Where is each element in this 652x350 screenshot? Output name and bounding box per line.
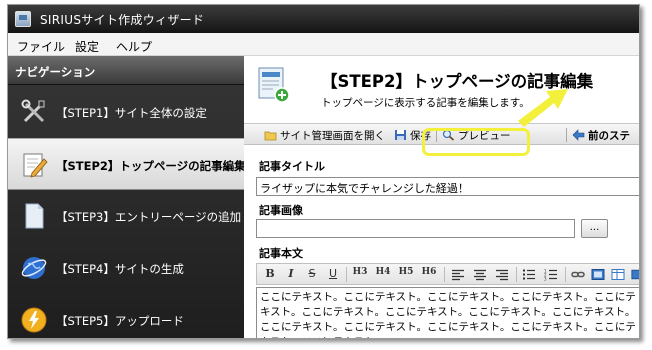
lightning-icon: [21, 307, 47, 333]
article-image-label: 記事画像: [259, 204, 303, 217]
prev-step-button[interactable]: 前のステ: [572, 127, 630, 143]
tools-icon: [21, 99, 45, 123]
article-body-label: 記事本文: [259, 247, 303, 260]
app-window: SIRIUSサイト作成ウィザード ファイル 設定 ヘルプ ナビゲーション 【ST…: [7, 4, 640, 339]
edit-page-icon: [23, 153, 48, 178]
h4-button[interactable]: H4: [374, 267, 392, 282]
open-admin-button[interactable]: サイト管理画面を開く: [264, 127, 385, 143]
menu-bar: ファイル 設定 ヘルプ: [8, 33, 639, 56]
align-center-icon[interactable]: [473, 267, 487, 282]
sidebar-item-label: 【STEP3】エントリーページの追加: [56, 210, 242, 224]
article-title-label: 記事タイトル: [259, 160, 325, 173]
editor-divider: [516, 267, 517, 282]
sidebar-item-label: 【STEP2】トップページの記事編集: [56, 159, 246, 173]
editor-divider: [346, 267, 347, 282]
window-title: SIRIUSサイト作成ウィザード: [40, 13, 205, 27]
image-icon[interactable]: [591, 267, 605, 282]
sidebar-item-step3[interactable]: 【STEP3】エントリーページの追加: [8, 190, 244, 242]
globe-icon: [21, 257, 47, 279]
italic-button[interactable]: I: [284, 267, 298, 282]
h3-button[interactable]: H3: [351, 267, 369, 282]
browse-button[interactable]: ...: [581, 219, 608, 238]
blank-page-icon: [25, 203, 44, 229]
strikethrough-button[interactable]: S: [305, 267, 319, 282]
table-icon[interactable]: [611, 267, 625, 282]
step-header: 【STEP2】トップページの記事編集 トップページに表示する記事を編集します。: [244, 56, 639, 118]
bold-button[interactable]: B: [263, 267, 277, 282]
main-panel: 【STEP2】トップページの記事編集 トップページに表示する記事を編集します。 …: [244, 56, 640, 338]
article-title-input[interactable]: ライザップに本気でチャレンジした経過！: [256, 177, 639, 196]
sidebar-item-label: 【STEP4】サイトの生成: [56, 262, 184, 276]
app-icon: [15, 11, 31, 27]
add-page-icon: [258, 67, 290, 103]
editor-toolbar: B I S U H3 H4 H5 H6 123: [256, 263, 640, 285]
bullet-list-icon[interactable]: [522, 267, 536, 282]
open-admin-label: サイト管理画面を開く: [280, 129, 385, 142]
editor-divider: [565, 267, 566, 282]
link-icon[interactable]: [571, 267, 585, 282]
h5-button[interactable]: H5: [397, 267, 415, 282]
menu-settings[interactable]: 設定: [75, 38, 99, 55]
folder-icon: [264, 131, 277, 141]
sidebar-item-step2[interactable]: 【STEP2】トップページの記事編集: [8, 138, 246, 190]
menu-file[interactable]: ファイル: [17, 38, 65, 55]
callout-arrow-icon: [518, 89, 568, 127]
sidebar-item-label: 【STEP1】サイト全体の設定: [56, 106, 207, 120]
h6-button[interactable]: H6: [420, 267, 438, 282]
numbered-list-icon[interactable]: 123: [544, 267, 558, 282]
underline-button[interactable]: U: [326, 267, 340, 282]
align-left-icon[interactable]: [451, 267, 465, 282]
sidebar-header: ナビゲーション: [8, 56, 244, 85]
align-right-icon[interactable]: [495, 267, 509, 282]
sidebar-item-label: 【STEP5】アップロード: [56, 314, 184, 328]
prev-step-label: 前のステ: [588, 129, 630, 142]
floppy-icon: [395, 130, 406, 140]
article-image-input[interactable]: [256, 219, 575, 238]
svg-text:3: 3: [544, 277, 547, 282]
insert-icon[interactable]: [631, 267, 640, 282]
sidebar-item-step4[interactable]: 【STEP4】サイトの生成: [8, 242, 244, 294]
editor-divider: [444, 267, 445, 282]
sidebar: ナビゲーション 【STEP1】サイト全体の設定 【STEP2】トップページの記事…: [8, 56, 246, 338]
sidebar-item-step5[interactable]: 【STEP5】アップロード: [8, 294, 244, 338]
menu-help[interactable]: ヘルプ: [116, 38, 152, 55]
sidebar-item-step1[interactable]: 【STEP1】サイト全体の設定: [8, 86, 244, 138]
title-bar: SIRIUSサイト作成ウィザード: [8, 5, 639, 33]
article-body-editor[interactable]: ここにテキスト。ここにテキスト。ここにテキスト。ここにテキスト。ここにテキスト。…: [256, 287, 639, 338]
